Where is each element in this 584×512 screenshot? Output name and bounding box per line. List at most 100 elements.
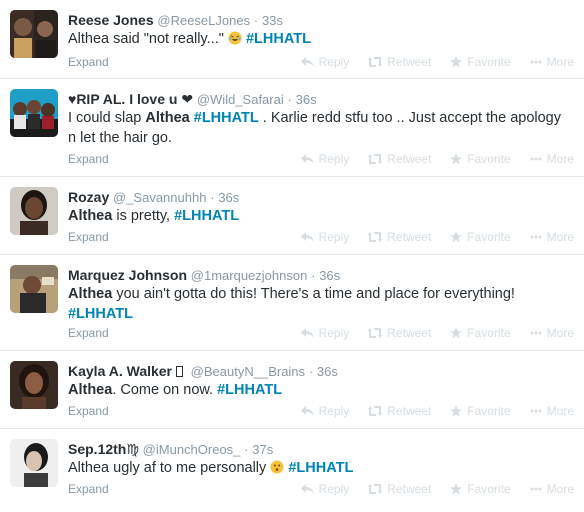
reply-button[interactable]: Reply: [300, 404, 349, 418]
fullname[interactable]: Rozay: [68, 189, 109, 205]
more-button[interactable]: More: [530, 230, 574, 244]
fullname[interactable]: Sep.12th♍: [68, 441, 139, 457]
hashtag-link[interactable]: #LHHATL: [217, 382, 282, 398]
timestamp[interactable]: 36s: [319, 268, 340, 283]
tweet[interactable]: Marquez Johnson @1marquezjohnson · 36s A…: [0, 255, 584, 351]
favorite-label: Favorite: [467, 230, 511, 244]
text-segment: is pretty,: [112, 208, 175, 224]
tweet[interactable]: Reese Jones @ReeseLJones · 33s Althea sa…: [0, 0, 584, 79]
favorite-label: Favorite: [467, 404, 511, 418]
tweet-text: Althea is pretty, #LHHATL: [68, 206, 573, 226]
separator: ·: [210, 190, 215, 205]
more-button[interactable]: More: [530, 152, 574, 166]
hashtag-link[interactable]: #LHHATL: [194, 110, 259, 126]
timestamp[interactable]: 33s: [262, 13, 283, 28]
timestamp[interactable]: 37s: [252, 442, 273, 457]
avatar[interactable]: [10, 10, 58, 58]
neutral-face-icon: [270, 460, 284, 474]
more-button[interactable]: More: [530, 482, 574, 496]
username[interactable]: @Wild_Safarai: [197, 92, 284, 107]
expand-link[interactable]: Expand: [68, 404, 109, 418]
hashtag-link[interactable]: #LHHATL: [174, 208, 239, 224]
expand-link[interactable]: Expand: [68, 55, 109, 69]
more-button[interactable]: More: [530, 326, 574, 340]
reply-button[interactable]: Reply: [300, 482, 350, 496]
tweet-text: Althea ugly af to me personally #LHHATL: [68, 458, 573, 478]
retweet-button[interactable]: Retweet: [368, 482, 431, 496]
retweet-button[interactable]: Retweet: [368, 152, 431, 166]
hashtag-link[interactable]: #LHHATL: [288, 460, 353, 476]
retweet-icon: [368, 57, 383, 67]
reply-icon: [300, 328, 314, 338]
tweet-actions: Reply Retweet Favorite More: [282, 230, 574, 244]
tweet-header: Reese Jones @ReeseLJones · 33s: [68, 11, 283, 30]
fullname[interactable]: Marquez Johnson: [68, 267, 187, 283]
username[interactable]: @ReeseLJones: [157, 13, 250, 28]
avatar[interactable]: [10, 361, 58, 409]
username[interactable]: @1marquezjohnson: [191, 268, 308, 283]
reply-button[interactable]: Reply: [300, 230, 349, 244]
timestamp[interactable]: 36s: [296, 92, 317, 107]
username[interactable]: @_Savannuhhh: [113, 190, 206, 205]
retweet-button[interactable]: Retweet: [368, 55, 431, 69]
retweet-icon: [368, 232, 383, 242]
more-label: More: [546, 152, 574, 166]
avatar[interactable]: [10, 89, 58, 137]
tweet[interactable]: Rozay @_Savannuhhh · 36s Althea is prett…: [0, 177, 584, 255]
hashtag-link[interactable]: #LHHATL: [68, 306, 133, 322]
separator: ·: [308, 364, 314, 379]
favorite-button[interactable]: Favorite: [450, 230, 511, 244]
laughing-emoji-icon: [228, 31, 242, 45]
more-label: More: [546, 404, 574, 418]
favorite-button[interactable]: Favorite: [450, 482, 511, 496]
fullname[interactable]: Reese Jones: [68, 12, 154, 28]
username[interactable]: @BeautyN__Brains: [191, 364, 305, 379]
timestamp[interactable]: 36s: [218, 190, 239, 205]
expand-link[interactable]: Expand: [68, 482, 109, 496]
reply-icon: [300, 232, 314, 242]
reply-button[interactable]: Reply: [300, 55, 349, 69]
favorite-button[interactable]: Favorite: [450, 55, 511, 69]
tweet[interactable]: Sep.12th♍ @iMunchOreos_ · 37s Althea ugl…: [0, 429, 584, 512]
more-button[interactable]: More: [530, 404, 574, 418]
unknown-glyph-icon: [175, 366, 183, 377]
favorite-button[interactable]: Favorite: [450, 152, 511, 166]
fullname[interactable]: ♥RIP AL. I love u ❤: [68, 91, 193, 107]
tweet-actions: Reply Retweet Favorite More: [282, 55, 574, 69]
tweet-header: Sep.12th♍ @iMunchOreos_ · 37s: [68, 440, 273, 459]
expand-link[interactable]: Expand: [68, 230, 109, 244]
username[interactable]: @iMunchOreos_: [143, 442, 241, 457]
expand-link[interactable]: Expand: [68, 326, 109, 340]
fullname[interactable]: Kayla A. Walker: [68, 363, 176, 379]
favorite-label: Favorite: [467, 152, 511, 166]
tweet-timeline: Reese Jones @ReeseLJones · 33s Althea sa…: [0, 0, 584, 512]
keyword-highlight: Althea: [68, 382, 113, 398]
more-button[interactable]: More: [530, 55, 574, 69]
reply-label: Reply: [318, 482, 350, 496]
reply-label: Reply: [318, 152, 350, 166]
timestamp[interactable]: 36s: [317, 364, 338, 379]
avatar[interactable]: [10, 439, 58, 487]
hashtag-link[interactable]: #LHHATL: [246, 31, 311, 47]
star-icon: [450, 56, 463, 68]
text-segment: Althea ugly af to me personally: [68, 460, 271, 476]
more-label: More: [546, 326, 574, 340]
retweet-button[interactable]: Retweet: [368, 230, 431, 244]
reply-button[interactable]: Reply: [300, 152, 350, 166]
expand-link[interactable]: Expand: [68, 152, 109, 166]
avatar[interactable]: [10, 187, 58, 235]
favorite-button[interactable]: Favorite: [450, 326, 511, 340]
separator: ·: [311, 268, 316, 283]
favorite-label: Favorite: [467, 326, 511, 340]
tweet[interactable]: Kayla A. Walker @BeautyN__Brains · 36s A…: [0, 351, 584, 429]
reply-button[interactable]: Reply: [300, 326, 349, 340]
separator: ·: [244, 442, 249, 457]
star-icon: [450, 483, 463, 495]
favorite-button[interactable]: Favorite: [450, 404, 511, 418]
retweet-button[interactable]: Retweet: [368, 326, 431, 340]
retweet-button[interactable]: Retweet: [368, 404, 431, 418]
tweet-text: Althea. Come on now. #LHHATL: [68, 380, 573, 400]
avatar[interactable]: [10, 265, 58, 313]
tweet[interactable]: ♥RIP AL. I love u ❤ @Wild_Safarai · 36s …: [0, 79, 584, 177]
tweet-actions: Reply Retweet Favorite More: [282, 326, 574, 340]
